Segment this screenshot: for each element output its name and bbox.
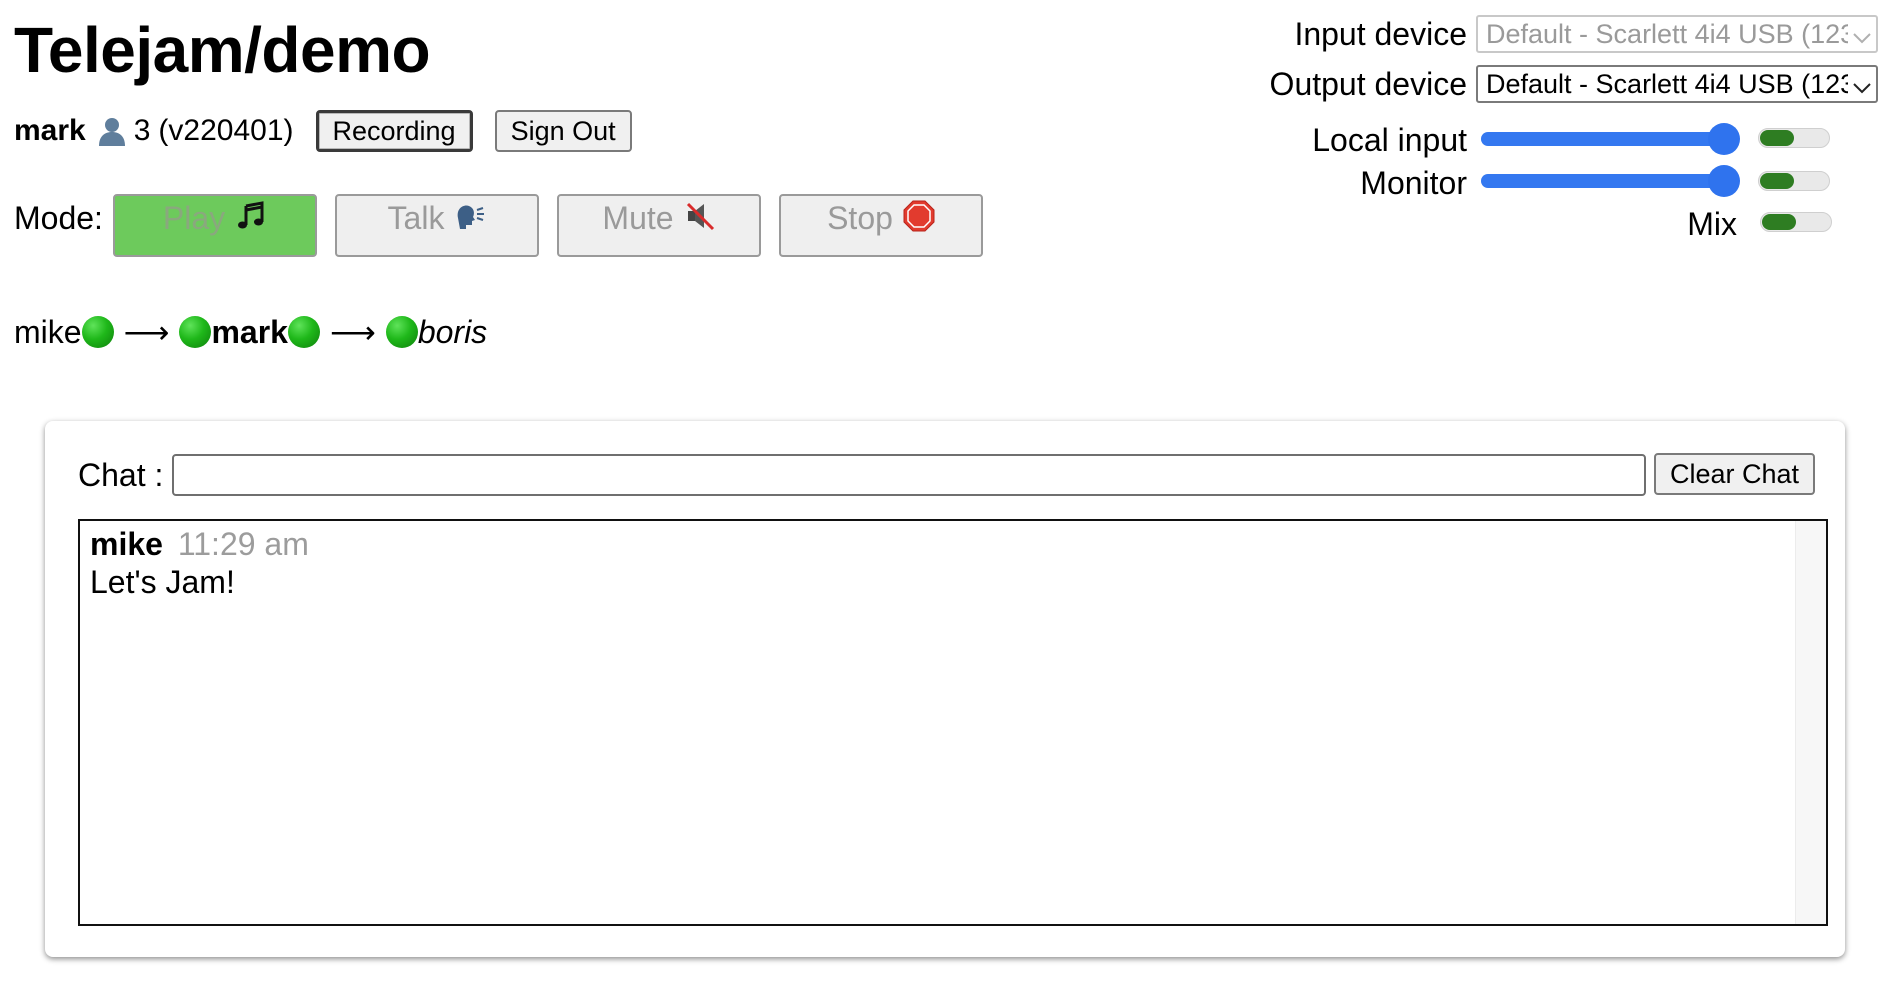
input-device-value: Default - Scarlett 4i4 USB (1235:8212) <box>1486 18 1848 49</box>
status-dot-icon <box>287 316 320 348</box>
muted-speaker-icon <box>684 200 716 232</box>
chat-input[interactable] <box>172 454 1646 496</box>
monitor-toggle[interactable] <box>1758 171 1830 191</box>
sign-out-button[interactable]: Sign Out <box>494 110 632 152</box>
mode-stop-button[interactable]: Stop <box>779 194 983 257</box>
monitor-label: Monitor <box>1360 165 1467 201</box>
local-input-toggle[interactable] <box>1758 128 1830 148</box>
input-device-select[interactable]: Default - Scarlett 4i4 USB (1235:8212) <box>1476 15 1878 53</box>
participant-chain: mike ⟶ mark ⟶ boris <box>14 310 487 354</box>
chat-log[interactable]: mike 11:29 am Let's Jam! <box>78 519 1828 926</box>
local-input-label: Local input <box>1312 122 1467 158</box>
speaking-head-icon <box>454 200 486 232</box>
chat-panel: Chat : Clear Chat mike 11:29 am Let's Ja… <box>45 421 1845 957</box>
mix-label: Mix <box>1687 206 1737 242</box>
mode-label: Mode: <box>14 200 103 236</box>
monitor-toggle-knob <box>1760 173 1794 189</box>
chat-message-time: 11:29 am <box>177 526 309 562</box>
user-count: 3 <box>133 114 151 147</box>
mode-stop-label: Stop <box>827 200 893 236</box>
output-device-value: Default - Scarlett 4i4 USB (1235:8212) <box>1486 68 1848 99</box>
local-input-slider[interactable] <box>1481 123 1740 155</box>
output-device-select[interactable]: Default - Scarlett 4i4 USB (1235:8212) <box>1476 65 1878 103</box>
status-dot-icon <box>385 316 418 348</box>
mix-toggle-knob <box>1762 214 1796 230</box>
mix-toggle[interactable] <box>1760 212 1832 232</box>
chain-arrow: ⟶ <box>123 314 170 350</box>
chat-message-user: mike <box>90 526 163 562</box>
status-dot-icon <box>81 316 114 348</box>
local-input-toggle-knob <box>1760 130 1794 146</box>
mode-talk-label: Talk <box>387 200 445 236</box>
participant-boris: boris <box>417 314 488 350</box>
chevron-down-icon <box>1848 74 1876 94</box>
chain-arrow: ⟶ <box>329 314 376 350</box>
output-device-label: Output device <box>1269 66 1467 102</box>
chat-message: mike 11:29 am Let's Jam! <box>90 525 309 601</box>
stop-sign-icon <box>903 200 935 232</box>
mode-play-button[interactable]: Play <box>113 194 317 257</box>
current-user-name: mark <box>14 114 86 147</box>
mode-talk-button[interactable]: Talk <box>335 194 539 257</box>
music-note-icon <box>235 200 267 232</box>
version-label: (v220401) <box>158 114 294 147</box>
monitor-slider-thumb[interactable] <box>1708 165 1740 197</box>
chevron-down-icon <box>1848 24 1876 44</box>
user-count-icon <box>96 115 128 147</box>
page-title: Telejam/demo <box>14 14 431 86</box>
chat-scrollbar[interactable] <box>1795 521 1826 924</box>
monitor-slider[interactable] <box>1481 165 1740 197</box>
chat-label: Chat : <box>78 457 164 493</box>
mode-play-label: Play <box>162 200 226 236</box>
chat-message-text: Let's Jam! <box>90 564 235 600</box>
participant-mark: mark <box>211 314 288 350</box>
recording-button[interactable]: Recording <box>315 110 473 152</box>
mode-mute-label: Mute <box>602 200 674 236</box>
input-device-label: Input device <box>1294 16 1467 52</box>
participant-mike: mike <box>14 314 82 350</box>
mode-mute-button[interactable]: Mute <box>557 194 761 257</box>
local-input-slider-thumb[interactable] <box>1708 123 1740 155</box>
status-dot-icon <box>179 316 212 348</box>
user-status-bar: mark 3 (v220401) Recording Sign Out <box>14 110 632 152</box>
clear-chat-button[interactable]: Clear Chat <box>1654 453 1816 495</box>
